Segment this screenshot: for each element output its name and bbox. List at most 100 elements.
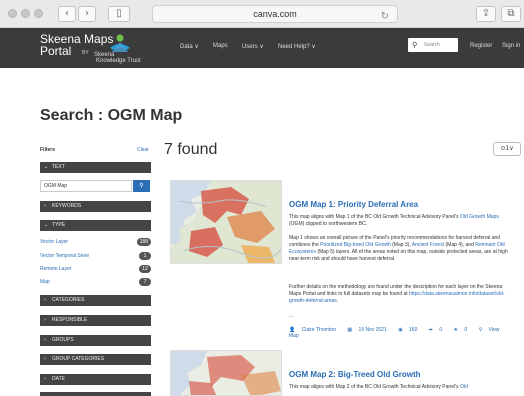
old-growth-maps-link[interactable]: Old Growth Maps (460, 214, 499, 220)
search-placeholder: Search (424, 42, 440, 48)
result-description-p1: This map aligns with Map 1 of the BC Old… (289, 214, 511, 228)
type-label: Map (40, 279, 50, 285)
sidebar-toggle-button[interactable]: ▯ (108, 6, 130, 22)
text-span: . (336, 298, 339, 304)
result-description-p2: Map 1 shows an overall picture of the Pa… (289, 235, 511, 263)
close-window-dot[interactable] (8, 9, 17, 18)
result-thumbnail[interactable] (170, 180, 282, 264)
sign-in-link[interactable]: Sign in (502, 43, 520, 49)
chevron-right-icon: › (44, 297, 46, 303)
result-title-link[interactable]: OGM Map 2: Big-Treed Old Growth (289, 370, 421, 379)
type-count-badge: 188 (136, 238, 151, 246)
filter-section-label: GROUP CATEGORIES (52, 356, 105, 362)
nav-data[interactable]: Data ∨ (180, 43, 199, 50)
minimize-window-dot[interactable] (21, 9, 30, 18)
type-count-badge: 1 (139, 252, 151, 260)
result-title-link[interactable]: OGM Map 1: Priority Deferral Area (289, 200, 418, 209)
result-ellipsis: ... (289, 313, 294, 319)
filter-next-heading[interactable] (40, 392, 151, 396)
star-icon: ★ (453, 327, 459, 333)
address-bar[interactable]: canva.com ↻ (152, 5, 398, 23)
chevron-right-icon: › (44, 356, 46, 362)
filter-group-categories-heading[interactable]: › GROUP CATEGORIES (40, 354, 151, 365)
stars-count: 0 (464, 327, 468, 333)
reload-icon[interactable]: ↻ (381, 8, 389, 25)
zoom-window-dot[interactable] (34, 9, 43, 18)
ancient-forest-link[interactable]: Ancient Forest (412, 242, 444, 248)
partner-line2: Knowledge Trust (96, 58, 141, 64)
pin-icon: ⚲ (478, 327, 483, 333)
nav-maps[interactable]: Maps (213, 43, 228, 49)
chevron-right-icon: › (85, 8, 89, 19)
filter-type-heading[interactable]: ⌄ TYPE (40, 220, 151, 231)
nav-users[interactable]: Users ∨ (242, 43, 264, 50)
author-name: Claire Thornton (301, 327, 336, 333)
url-text: canva.com (253, 9, 297, 19)
sidebar-icon: ▯ (116, 8, 122, 19)
forward-button[interactable]: › (78, 6, 96, 22)
filter-date-heading[interactable]: › DATE (40, 374, 151, 385)
stars-info: ★ 0 (454, 327, 473, 333)
result-description-p1: This map aligns with Map 2 of the BC Old… (289, 384, 511, 391)
text-span: (Map 4), and (444, 242, 476, 248)
search-icon: ⚲ (412, 41, 418, 49)
text-span: (OGM) clipped to northwestern BC. (289, 221, 368, 227)
filter-categories-heading[interactable]: › CATEGORIES (40, 295, 151, 306)
type-filter-vector-temporal-serie[interactable]: Vector Temporal Serie 1 (40, 252, 151, 261)
type-filter-map[interactable]: Map 7 (40, 278, 151, 287)
partner-name: Skeena Knowledge Trust (94, 52, 141, 64)
filter-text-heading[interactable]: ⌄ TEXT (40, 162, 151, 173)
filter-groups-heading[interactable]: › GROUPS (40, 335, 151, 346)
filters-label: Filters (40, 147, 56, 153)
register-link[interactable]: Register (470, 43, 492, 49)
prioritized-big-treed-link[interactable]: Prioritized Big-treed Old Growth (320, 242, 391, 248)
text-filter-input[interactable]: OGM Map (40, 180, 132, 192)
filter-responsible-heading[interactable]: › RESPONSIBLE (40, 315, 151, 326)
views-info: ◉ 160 (398, 327, 422, 333)
shares-info: ➦ 0 (429, 327, 447, 333)
chevron-left-icon: ‹ (65, 8, 69, 19)
tabs-button[interactable]: ⧉ (501, 6, 521, 22)
share-button[interactable]: ⇪ (476, 6, 496, 22)
chevron-right-icon: › (44, 376, 46, 382)
chevron-right-icon: › (44, 203, 46, 209)
chevron-down-icon: ⌄ (44, 164, 49, 170)
share-icon: ➦ (428, 327, 433, 333)
filter-keywords-label: KEYWORDS (52, 203, 82, 209)
old-growth-maps-link[interactable]: Old (460, 384, 468, 390)
text-span: This map aligns with Map 1 of the BC Old… (289, 214, 460, 220)
filter-keywords-heading[interactable]: › KEYWORDS (40, 201, 151, 212)
back-button[interactable]: ‹ (58, 6, 76, 22)
chevron-down-icon: ⌄ (44, 222, 49, 228)
filter-section-label: GROUPS (52, 337, 74, 343)
results-count: 7 found (164, 141, 218, 158)
type-count-badge: 12 (139, 265, 151, 273)
date-info: ▦ 19 Nov 2021 (347, 327, 391, 333)
chevron-right-icon: › (44, 337, 46, 343)
result-thumbnail[interactable] (170, 350, 282, 396)
text-filter-search-button[interactable]: ⚲ (133, 180, 150, 192)
clear-filters-link[interactable]: Clear (137, 147, 149, 153)
filter-section-label: CATEGORIES (52, 297, 85, 303)
type-filter-remote-layer[interactable]: Remote Layer 12 (40, 265, 151, 274)
type-filter-vector-layer[interactable]: Vector Layer 188 (40, 238, 151, 247)
filter-type-label: TYPE (52, 222, 66, 228)
map-thumbnail-image (171, 181, 281, 263)
search-input[interactable]: ⚲ Search (408, 38, 458, 52)
result-description-p3: Further details on the methodology are f… (289, 284, 511, 305)
views-count: 160 (409, 327, 418, 333)
sort-dropdown[interactable]: ⊙1∨ (493, 142, 521, 156)
nav-need-help[interactable]: Need Help? ∨ (278, 43, 316, 50)
tabs-icon: ⧉ (507, 8, 515, 19)
type-label: Remote Layer (40, 266, 72, 272)
filter-text-label: TEXT (52, 164, 65, 170)
type-label: Vector Layer (40, 239, 69, 245)
result-meta: 👤 Claire Thornton ▦ 19 Nov 2021 ◉ 160 ➦ … (289, 327, 519, 339)
eye-icon: ◉ (398, 327, 403, 333)
type-label: Vector Temporal Serie (40, 253, 90, 259)
text-span: This map aligns with Map 2 of the BC Old… (289, 384, 460, 390)
date-text: 19 Nov 2021 (358, 327, 387, 333)
share-icon: ⇪ (481, 8, 491, 19)
filter-section-label: RESPONSIBLE (52, 317, 88, 323)
filter-section-label: DATE (52, 376, 65, 382)
